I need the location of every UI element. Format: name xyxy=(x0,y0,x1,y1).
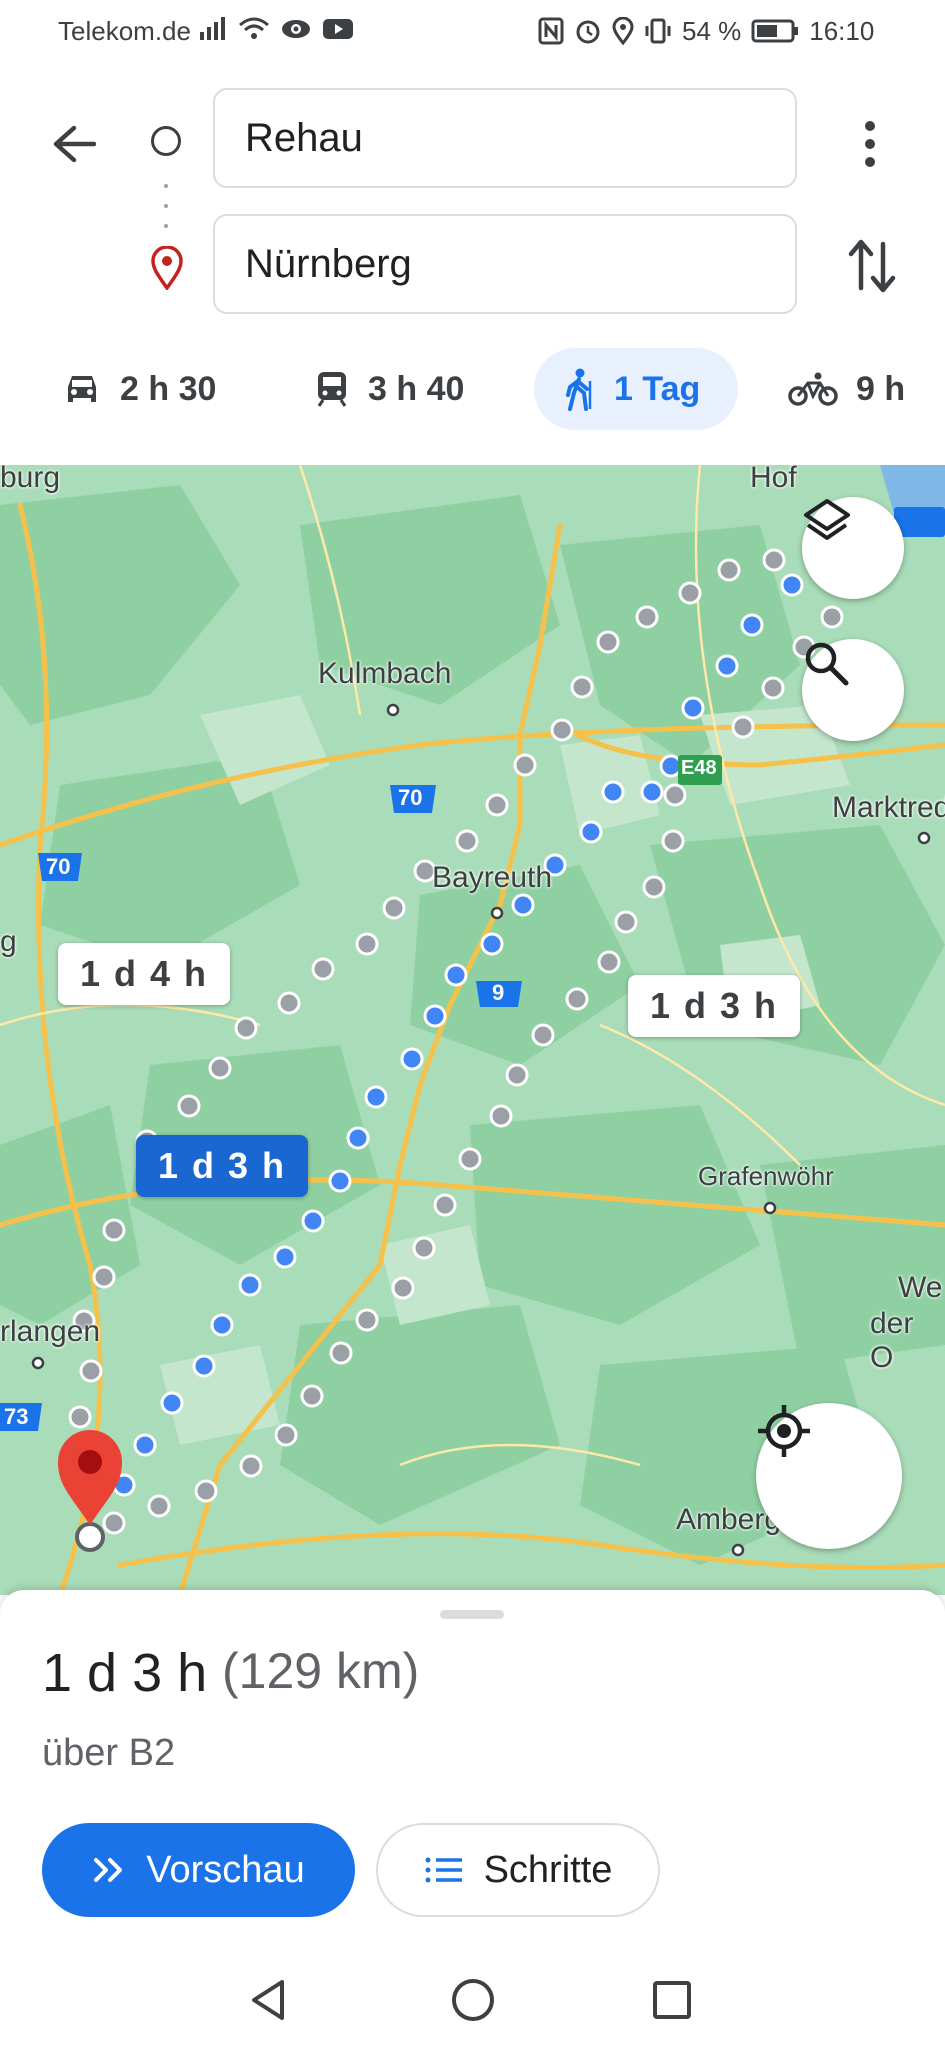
tab-transit-label: 3 h 40 xyxy=(368,369,465,408)
tab-driving-label: 2 h 30 xyxy=(120,369,217,408)
city-grafenwoehr: Grafenwöhr xyxy=(698,1161,834,1191)
city-weiden-2: der O xyxy=(870,1307,914,1374)
circle-home-icon xyxy=(452,1979,494,2021)
double-chevron-icon xyxy=(94,1858,123,1882)
origin-text: Rehau xyxy=(245,116,363,160)
preview-button[interactable]: Vorschau xyxy=(42,1823,355,1917)
system-nav-bar xyxy=(0,1940,945,2048)
route-via: über B2 xyxy=(42,1732,176,1774)
layers-icon xyxy=(804,499,850,540)
road-shield-a9: 9 xyxy=(492,980,505,1005)
walk-icon xyxy=(566,368,592,411)
wifi-icon xyxy=(239,17,269,39)
route-connector-dots xyxy=(164,184,168,228)
destination-pin-icon xyxy=(151,246,183,290)
city-bayreuth: Bayreuth xyxy=(432,861,553,894)
route-label-alt-left[interactable]: 1 d 4 h xyxy=(58,943,231,1005)
origin-circle-icon xyxy=(151,126,181,156)
route-duration: 1 d 3 h xyxy=(42,1643,208,1703)
route-label-alt-right[interactable]: 1 d 3 h xyxy=(628,975,801,1037)
preview-label: Vorschau xyxy=(146,1848,305,1891)
search-icon xyxy=(805,642,849,686)
route-distance: (129 km) xyxy=(222,1643,420,1699)
nav-recents-button[interactable] xyxy=(642,1970,702,2030)
steps-button[interactable]: Schritte xyxy=(376,1823,660,1917)
city-marktredwitz: Marktred xyxy=(832,791,945,824)
signal-icon xyxy=(200,17,225,40)
my-location-button[interactable] xyxy=(756,1403,902,1549)
my-location-icon xyxy=(758,1405,810,1457)
city-erlangen: rlangen xyxy=(0,1315,101,1348)
status-icons-right: 54 % 16:10 xyxy=(538,16,874,46)
list-icon xyxy=(425,1857,462,1883)
road-shield-a70-1: 70 xyxy=(398,785,423,810)
city-kulmbach: Kulmbach xyxy=(318,657,452,690)
status-icons-left xyxy=(198,16,354,42)
sheet-drag-handle[interactable] xyxy=(440,1610,504,1619)
layers-button[interactable] xyxy=(802,497,904,599)
nav-back-button[interactable] xyxy=(240,1970,300,2030)
search-along-route-button[interactable] xyxy=(802,639,904,741)
swap-button[interactable] xyxy=(845,236,899,296)
tab-transit[interactable]: 3 h 40 xyxy=(314,348,464,430)
origin-input[interactable]: Rehau xyxy=(213,88,797,188)
back-button[interactable] xyxy=(44,114,104,174)
map-view[interactable]: 70 70 9 73 E48 Hof Kulmbach Bayreuth Mar… xyxy=(0,465,945,1595)
tab-driving[interactable]: 2 h 30 xyxy=(62,348,216,430)
location-icon xyxy=(612,17,634,45)
city-g: g xyxy=(0,925,17,958)
nfc-icon xyxy=(538,17,564,45)
clock: 16:10 xyxy=(809,16,875,46)
carrier-label: Telekom.de xyxy=(58,16,191,46)
road-shield-e48: E48 xyxy=(681,757,717,779)
steps-label: Schritte xyxy=(483,1848,613,1891)
tab-cycling-label: 9 h xyxy=(856,369,906,408)
square-recents-icon xyxy=(653,1981,691,2019)
alarm-icon xyxy=(576,20,600,44)
more-options-button[interactable] xyxy=(850,114,890,174)
battery-icon xyxy=(751,19,799,43)
destination-text: Nürnberg xyxy=(245,242,412,286)
tab-walking[interactable]: 1 Tag xyxy=(534,348,738,430)
vibrate-icon xyxy=(645,18,671,44)
car-icon xyxy=(68,376,96,402)
arrow-back-icon xyxy=(53,125,96,163)
city-burg: burg xyxy=(0,465,61,494)
youtube-icon xyxy=(323,19,353,39)
city-hof: Hof xyxy=(750,465,797,494)
tab-walking-label: 1 Tag xyxy=(614,369,701,408)
route-label-selected[interactable]: 1 d 3 h xyxy=(136,1135,309,1197)
nav-home-button[interactable] xyxy=(443,1970,503,2030)
tab-cycling[interactable]: 9 h xyxy=(788,348,905,430)
train-icon xyxy=(317,372,347,407)
destination-input[interactable]: Nürnberg xyxy=(213,214,797,314)
city-weiden: We xyxy=(898,1271,943,1304)
bike-icon xyxy=(788,372,838,406)
status-bar: Telekom.de 54 % 16:10 xyxy=(0,0,945,66)
road-shield-a70-2: 70 xyxy=(46,854,71,879)
battery-percent: 54 % xyxy=(682,16,742,46)
travel-mode-tabs: 2 h 30 3 h 40 1 Tag 9 h xyxy=(0,348,945,430)
eye-icon xyxy=(282,20,310,38)
road-shield-a73: 73 xyxy=(4,1404,29,1429)
more-vert-icon xyxy=(865,121,875,167)
swap-vert-icon xyxy=(848,239,896,293)
triangle-back-icon xyxy=(252,1980,284,2020)
